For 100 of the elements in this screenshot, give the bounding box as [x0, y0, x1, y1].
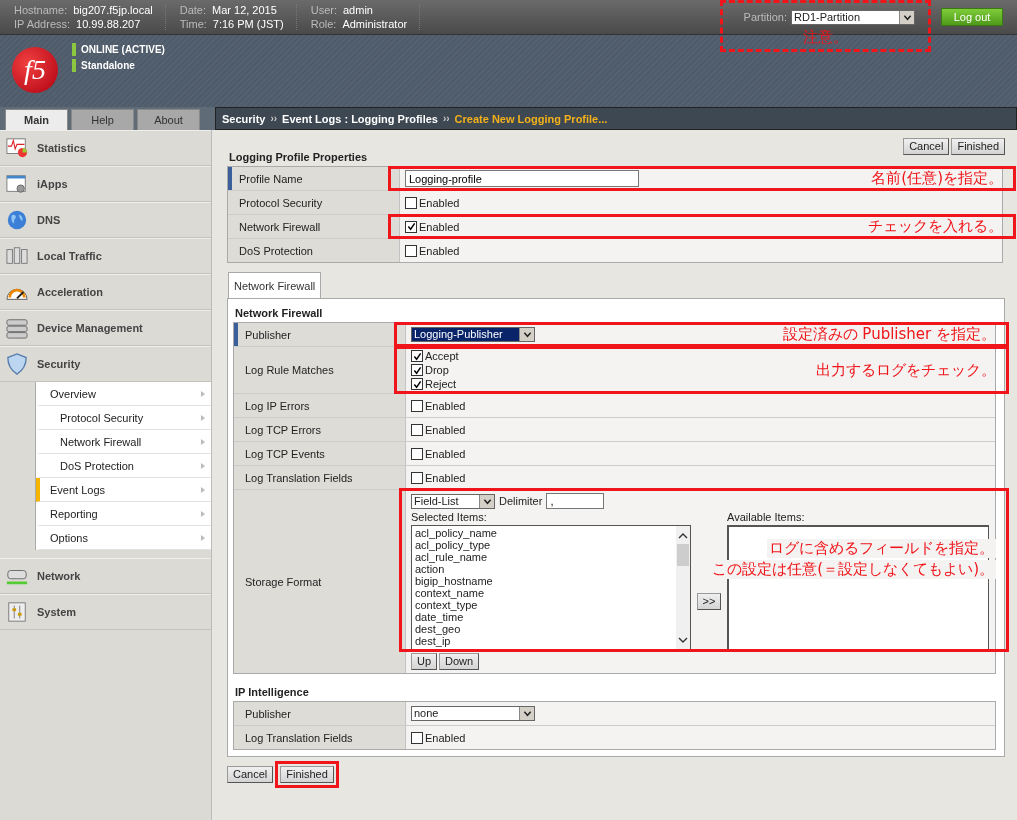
info-label: Time:: [179, 18, 207, 30]
list-item[interactable]: action: [415, 563, 673, 575]
sidebar-subitem[interactable]: Reporting: [36, 502, 211, 526]
checkbox-label: Enabled: [419, 244, 460, 257]
scrollbar[interactable]: [676, 526, 690, 650]
selected-items-list[interactable]: acl_policy_name acl_policy_type acl_rule_name action bigip_hostname context_name context_type date_time dest_geo dest_ip: [411, 525, 691, 651]
sidebar-subitem[interactable]: Options: [36, 526, 211, 550]
info-value: big207.f5jp.local: [73, 4, 153, 16]
sidebar-item[interactable]: Statistics: [0, 130, 211, 166]
action-button[interactable]: Finished: [951, 138, 1005, 155]
action-button[interactable]: Finished: [280, 766, 334, 783]
info-label: Hostname:: [14, 4, 68, 16]
sidebar-item[interactable]: Local Traffic: [0, 238, 211, 274]
checkbox[interactable]: [411, 364, 423, 376]
list-heading: Available Items:: [727, 511, 806, 523]
checkbox[interactable]: [405, 220, 417, 233]
sidebar-subitem[interactable]: DoS Protection: [36, 454, 211, 478]
checkbox[interactable]: [411, 378, 423, 390]
scroll-down-icon[interactable]: [678, 636, 688, 644]
servers-icon: [5, 245, 29, 267]
list-item[interactable]: acl_policy_type: [415, 539, 673, 551]
checkbox-label: Drop: [425, 364, 449, 376]
annotation-text: この設定は任意(＝設定しなくてもよい)。: [710, 560, 996, 579]
sidebar-item[interactable]: iApps: [0, 166, 211, 202]
nav-tab[interactable]: Main: [5, 109, 68, 130]
annotation-text: 設定済みの Publisher を指定。: [782, 325, 996, 344]
status-text: ONLINE (ACTIVE): [81, 44, 165, 55]
checkbox[interactable]: [411, 447, 423, 460]
checkbox[interactable]: [411, 731, 423, 744]
globe-icon: [5, 209, 29, 231]
list-item[interactable]: dest_ip: [415, 635, 673, 647]
sidebar-item[interactable]: Security: [0, 346, 211, 382]
checkbox-label: Enabled: [425, 731, 466, 744]
breadcrumb-item[interactable]: Security: [222, 112, 266, 125]
list-item[interactable]: acl_policy_name: [415, 527, 673, 539]
list-heading: Selected Items:: [411, 511, 488, 523]
sidebar-subitem[interactable]: Overview: [36, 382, 211, 406]
sidebar-item[interactable]: Network: [0, 558, 211, 594]
sliders-icon: [5, 601, 29, 623]
list-item[interactable]: acl_rule_name: [415, 551, 673, 563]
sidebar-item[interactable]: Acceleration: [0, 274, 211, 310]
partition-dropdown[interactable]: RD1-Partition: [791, 9, 915, 25]
scrollbar-thumb[interactable]: [677, 544, 689, 566]
breadcrumb-separator: ››: [442, 113, 450, 124]
arrow-icon: [201, 462, 205, 469]
checkbox-label: Enabled: [425, 447, 466, 460]
action-button[interactable]: Cancel: [903, 138, 950, 155]
caret-icon: [519, 328, 534, 341]
panel-tab[interactable]: Network Firewall: [228, 272, 322, 298]
move-button[interactable]: >>: [696, 593, 722, 610]
annotation-text: 出力するログをチェック。: [816, 360, 996, 380]
nav-tab[interactable]: Help: [71, 109, 134, 130]
dropdown[interactable]: none: [411, 706, 535, 721]
checkbox[interactable]: [411, 350, 423, 362]
down-button[interactable]: Down: [439, 653, 480, 670]
list-item[interactable]: context_name: [415, 587, 673, 599]
list-item[interactable]: dest_geo: [415, 623, 673, 635]
dropdown[interactable]: Field-List: [411, 493, 495, 509]
nav-tab[interactable]: About: [137, 109, 200, 130]
sidebar-subitem[interactable]: Protocol Security: [36, 406, 211, 430]
field-label: Storage Format: [245, 575, 322, 588]
text-field[interactable]: Logging-profile: [405, 170, 639, 187]
field-label: Network Firewall: [239, 220, 321, 233]
checkbox[interactable]: [411, 471, 423, 484]
shield-icon: [5, 353, 29, 375]
field-label: Log Translation Fields: [245, 731, 353, 744]
section-title: IP Intelligence: [234, 685, 310, 700]
arrow-icon: [201, 414, 205, 421]
info-label: Role:: [310, 18, 337, 30]
arrow-icon: [201, 510, 205, 517]
caret-icon: [519, 707, 534, 720]
sidebar-item[interactable]: DNS: [0, 202, 211, 238]
field-label: Publisher: [245, 707, 291, 720]
dropdown[interactable]: Logging-Publisher: [411, 327, 535, 342]
breadcrumb-item: Create New Logging Profile...: [454, 112, 608, 125]
sidebar-item[interactable]: System: [0, 594, 211, 630]
arrow-icon: [201, 486, 205, 493]
status-text: Standalone: [81, 60, 135, 71]
arrow-icon: [201, 390, 205, 397]
breadcrumb-item[interactable]: Event Logs : Logging Profiles: [282, 112, 438, 125]
up-button[interactable]: Up: [411, 653, 438, 670]
list-item[interactable]: date_time: [415, 611, 673, 623]
field-label: Log TCP Events: [245, 447, 325, 460]
sidebar-subitem[interactable]: Event Logs: [36, 478, 211, 502]
delimiter-field[interactable]: ,: [546, 493, 605, 509]
annotation-text: 注意。: [802, 27, 848, 47]
checkbox[interactable]: [405, 196, 417, 209]
checkbox-label: Reject: [425, 378, 457, 390]
checkbox[interactable]: [405, 244, 417, 257]
delimiter-label: Delimiter: [499, 495, 543, 507]
sidebar-subitem[interactable]: Network Firewall: [36, 430, 211, 454]
action-button[interactable]: Cancel: [227, 766, 274, 783]
list-item[interactable]: context_type: [415, 599, 673, 611]
sidebar-item[interactable]: Device Management: [0, 310, 211, 346]
scroll-up-icon[interactable]: [678, 532, 688, 540]
checkbox-label: Enabled: [419, 196, 460, 209]
checkbox[interactable]: [411, 399, 423, 412]
info-label: IP Address:: [14, 18, 71, 30]
checkbox[interactable]: [411, 423, 423, 436]
list-item[interactable]: bigip_hostname: [415, 575, 673, 587]
